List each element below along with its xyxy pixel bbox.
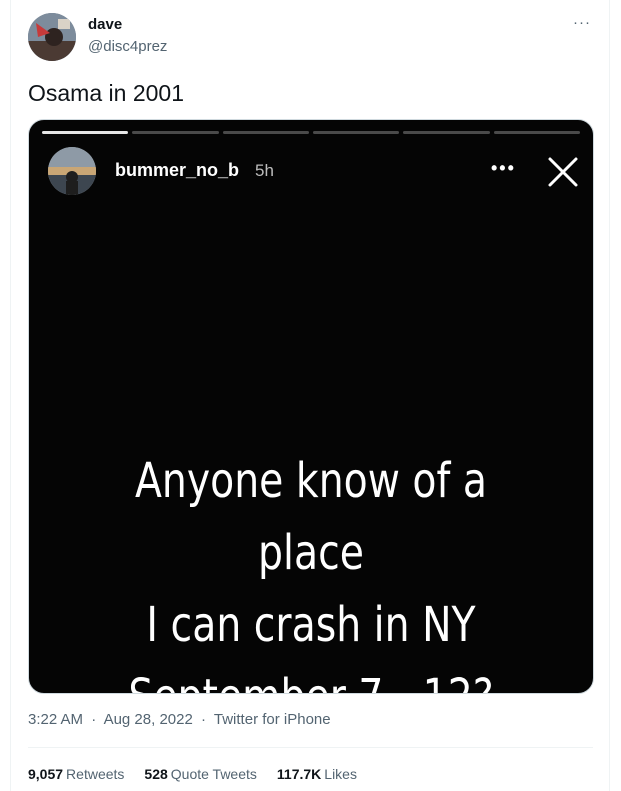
story-time: 5h xyxy=(255,161,274,180)
close-icon xyxy=(548,157,578,187)
stat-label: Quote Tweets xyxy=(170,766,257,782)
meta-separator: · xyxy=(200,711,206,728)
story-line: Anyone know of a place xyxy=(134,453,488,581)
progress-segment xyxy=(312,131,400,134)
tweet-date[interactable]: Aug 28, 2022 xyxy=(104,711,193,728)
stat-count: 528 xyxy=(144,766,168,782)
story-avatar-image xyxy=(48,147,96,195)
tweet-text: Osama in 2001 xyxy=(28,80,184,106)
stat-count: 117.7K xyxy=(276,766,322,782)
progress-segment xyxy=(493,131,580,134)
divider xyxy=(28,747,593,748)
progress-segment xyxy=(403,131,490,134)
story-more-icon: ••• xyxy=(491,158,516,178)
story-username: bummer_no_b xyxy=(115,160,240,180)
author-handle[interactable]: @disc4prez xyxy=(88,38,167,55)
story-progress xyxy=(42,131,580,134)
stat-label: Retweets xyxy=(66,766,125,782)
tweet-time[interactable]: 3:22 AM xyxy=(28,711,83,728)
author-avatar[interactable] xyxy=(28,13,76,61)
stat-count: 9,057 xyxy=(28,766,64,782)
quote-tweets-stat[interactable]: 528 Quote Tweets xyxy=(144,766,257,782)
meta-separator: · xyxy=(91,711,97,728)
likes-stat[interactable]: 117.7K Likes xyxy=(277,766,357,782)
story-avatar xyxy=(48,147,96,195)
progress-segment xyxy=(42,131,129,134)
stat-label: Likes xyxy=(324,766,357,782)
story-line: September 7 - 12? xyxy=(80,661,542,693)
story-caption: Anyone know of a place I can crash in NY… xyxy=(80,445,542,693)
story-line: I can crash in NY xyxy=(146,597,476,653)
avatar-image xyxy=(28,13,76,61)
author-name[interactable]: dave xyxy=(88,16,122,33)
more-dots-icon[interactable]: ··· xyxy=(573,14,591,31)
progress-segment xyxy=(222,131,309,134)
retweets-stat[interactable]: 9,057 Retweets xyxy=(28,766,124,782)
tweet-source[interactable]: Twitter for iPhone xyxy=(214,711,331,728)
progress-segment xyxy=(132,131,219,134)
tweet-media[interactable]: bummer_no_b 5h ••• Anyone know of a plac… xyxy=(28,119,594,694)
tweet-stats: 9,057 Retweets 528 Quote Tweets 117.7K Like… xyxy=(28,766,357,782)
tweet-meta: 3:22 AM · Aug 28, 2022 · Twitter for iPh… xyxy=(28,711,335,728)
